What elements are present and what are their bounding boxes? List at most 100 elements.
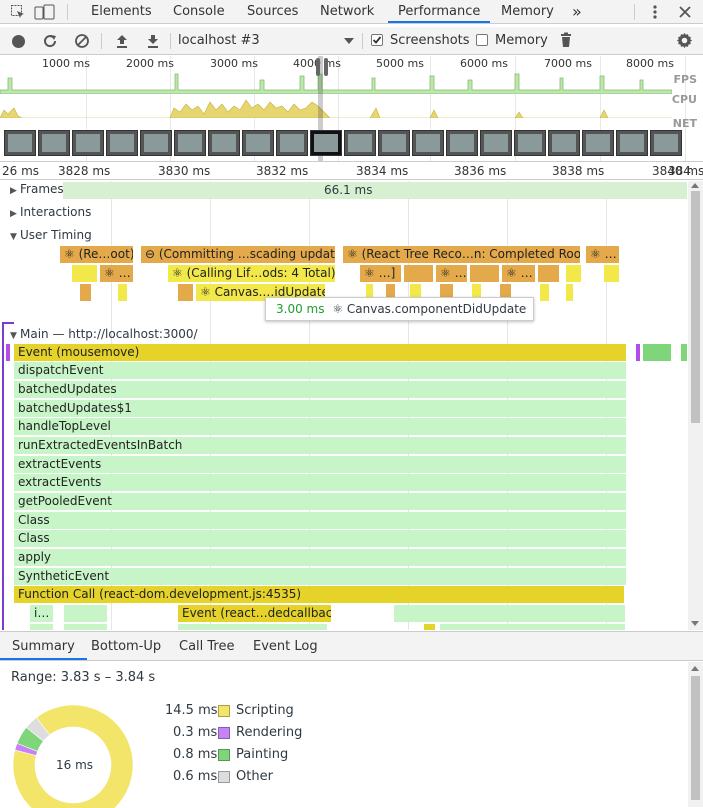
scrollbar-thumb[interactable]: [691, 191, 700, 423]
main-call-bar[interactable]: [178, 624, 328, 630]
tab-memory[interactable]: Memory: [501, 0, 554, 24]
tab-elements[interactable]: Elements: [91, 0, 152, 24]
interactions-track-header[interactable]: ▶ Interactions: [10, 205, 91, 219]
tab-sources[interactable]: Sources: [247, 0, 298, 24]
user-timing-bar[interactable]: ⚛ …: [502, 265, 536, 282]
user-timing-bar[interactable]: [566, 265, 582, 282]
screenshots-checkbox[interactable]: [371, 34, 383, 46]
flame-chart[interactable]: ▶ Frames 66.1 ms ▶ Interactions ▼ User Timi…: [0, 181, 688, 630]
selection-handle-left[interactable]: [316, 58, 320, 76]
legend-label-scripting: Scripting: [236, 703, 294, 718]
trash-icon[interactable]: [560, 32, 572, 48]
main-call-bar[interactable]: i…: [30, 605, 54, 622]
main-event-bar[interactable]: [643, 344, 671, 361]
tab-event-log[interactable]: Event Log: [253, 632, 318, 661]
user-timing-bar[interactable]: [540, 284, 550, 301]
tab-console[interactable]: Console: [173, 0, 225, 24]
tab-network[interactable]: Network: [320, 0, 374, 24]
user-timing-bar[interactable]: ⚛ (Calling Lif…ods: 4 Total): [168, 265, 336, 282]
device-toolbar-icon[interactable]: [34, 4, 56, 20]
scroll-up-icon[interactable]: [691, 666, 699, 671]
user-timing-bar[interactable]: [72, 265, 98, 282]
user-timing-bar[interactable]: ⊖ (Committing …scading update: [141, 246, 336, 263]
main-call-bar[interactable]: getPooledEvent: [14, 493, 627, 510]
main-call-bar[interactable]: runExtractedEventsInBatch: [14, 437, 627, 454]
memory-checkbox[interactable]: [476, 34, 488, 46]
flame-scrollbar[interactable]: [688, 181, 703, 630]
close-icon[interactable]: [678, 5, 692, 19]
main-track-header[interactable]: ▼ Main — http://localhost:3000/: [10, 327, 198, 341]
main-call-bar[interactable]: handleTopLevel: [14, 418, 627, 435]
scroll-up-icon[interactable]: [691, 183, 699, 188]
main-event-bar[interactable]: Event (mousemove): [14, 344, 627, 361]
main-event-bar[interactable]: Event (react…dedcallback): [178, 605, 332, 622]
user-timing-track-header[interactable]: ▼ User Timing: [10, 228, 92, 242]
summary-range: Range: 3.83 s – 3.84 s: [11, 670, 156, 685]
user-timing-bar[interactable]: [470, 265, 500, 282]
user-timing-bar[interactable]: [566, 284, 574, 301]
user-timing-bar[interactable]: ⚛ …: [100, 265, 134, 282]
main-call-bar[interactable]: batchedUpdates: [14, 381, 627, 398]
selection-handle-right[interactable]: [324, 58, 328, 76]
user-timing-bar[interactable]: [118, 284, 128, 301]
frames-track-header[interactable]: ▶ Frames: [10, 182, 64, 196]
record-icon[interactable]: [12, 35, 25, 48]
tab-bottom-up[interactable]: Bottom-Up: [91, 632, 161, 661]
main-call-bar[interactable]: [424, 624, 436, 630]
overview-tick: 6000 ms: [460, 57, 508, 70]
main-call-bar[interactable]: extractEvents: [14, 474, 627, 491]
main-track-marker: [2, 322, 4, 630]
user-timing-bar[interactable]: ⚛ …: [436, 265, 468, 282]
user-timing-bar[interactable]: [538, 265, 560, 282]
timeline-overview[interactable]: 1000 ms 2000 ms 3000 ms 4000 ms 5000 ms …: [0, 56, 703, 162]
summary-scrollbar[interactable]: [688, 662, 703, 807]
main-function-call-bar[interactable]: Function Call (react-dom.development.js:…: [14, 586, 625, 603]
main-call-bar[interactable]: Class: [14, 512, 627, 529]
main-call-bar[interactable]: apply: [14, 549, 627, 566]
overview-tick: 8000 ms: [626, 57, 674, 70]
main-call-bar[interactable]: Class: [14, 530, 627, 547]
user-timing-bar[interactable]: [178, 284, 194, 301]
tab-summary[interactable]: Summary: [0, 632, 87, 660]
reload-record-icon[interactable]: [42, 33, 58, 49]
profile-select[interactable]: localhost #3: [178, 31, 358, 51]
settings-gear-icon[interactable]: [676, 32, 693, 49]
user-timing-bar[interactable]: ⚛ …]: [360, 265, 402, 282]
main-event-bar[interactable]: [681, 344, 687, 361]
main-call-bar[interactable]: [30, 624, 54, 630]
user-timing-bar[interactable]: [80, 284, 92, 301]
legend-value-other: 0.6 ms: [173, 769, 218, 784]
legend-swatch-painting: [218, 749, 230, 761]
download-icon[interactable]: [146, 33, 160, 49]
main-event-bar[interactable]: [636, 344, 640, 361]
main-call-bar[interactable]: [64, 624, 108, 630]
customize-menu-icon[interactable]: [650, 4, 660, 20]
main-call-bar[interactable]: [64, 605, 108, 622]
inspect-element-icon[interactable]: [10, 4, 26, 20]
frame-bar[interactable]: [63, 182, 687, 199]
user-timing-bar[interactable]: [404, 265, 434, 282]
main-call-bar[interactable]: batchedUpdates$1: [14, 400, 627, 417]
scrollbar-thumb[interactable]: [691, 676, 700, 800]
clear-icon[interactable]: [74, 33, 90, 49]
legend-label-other: Other: [236, 769, 273, 784]
user-timing-bar[interactable]: ⚛ (React Tree Reco…n: Completed Root): [343, 246, 581, 263]
tab-performance[interactable]: Performance: [388, 0, 491, 23]
main-call-bar[interactable]: extractEvents: [14, 456, 627, 473]
user-timing-bar[interactable]: [604, 265, 620, 282]
main-call-bar[interactable]: [440, 624, 626, 630]
more-tabs-icon[interactable]: »: [572, 0, 582, 24]
main-call-bar[interactable]: dispatchEvent: [14, 362, 627, 379]
user-timing-bar[interactable]: ⚛ …: [586, 246, 620, 263]
donut-slice-scripting: [12, 704, 134, 808]
screenshot-thumbnail: [616, 130, 648, 156]
main-call-bar[interactable]: SyntheticEvent: [14, 568, 627, 585]
user-timing-bar[interactable]: ⚛ (Re…oot): [60, 246, 134, 263]
scroll-down-icon[interactable]: [691, 621, 699, 626]
upload-icon[interactable]: [115, 33, 129, 49]
screenshot-thumbnail: [4, 130, 36, 156]
fps-chart: [0, 73, 672, 94]
tab-call-tree[interactable]: Call Tree: [179, 632, 235, 661]
main-call-bar[interactable]: [394, 605, 626, 622]
screenshot-thumbnail: [344, 130, 376, 156]
